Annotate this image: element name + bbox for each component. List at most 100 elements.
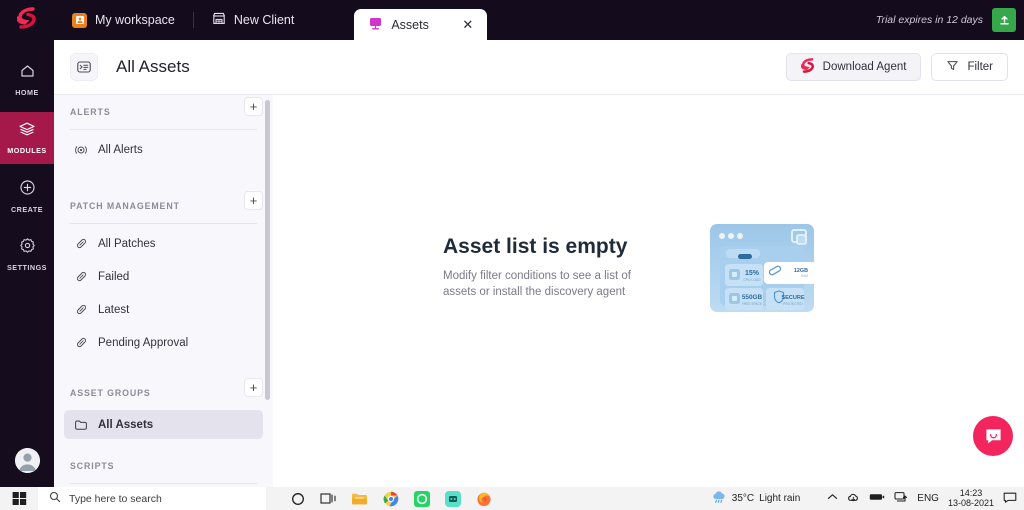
chat-bubble-icon[interactable] — [973, 416, 1013, 456]
language-indicator[interactable]: ENG — [917, 493, 939, 504]
nav-section-alerts: ALERTS + — [64, 95, 263, 129]
asset-list-icon — [70, 53, 98, 81]
folder-icon — [74, 419, 88, 431]
file-explorer-icon[interactable] — [350, 489, 369, 508]
clock-date: 13-08-2021 — [947, 497, 994, 508]
patch-icon — [74, 237, 88, 250]
trial-status: Trial expires in 12 days — [876, 0, 1024, 40]
tab-label: Assets — [391, 17, 429, 32]
funnel-icon — [946, 59, 959, 75]
nav-section-title: ASSET GROUPS — [70, 388, 151, 398]
empty-state-subtitle: Modify filter conditions to see a list o… — [443, 270, 631, 298]
home-icon — [19, 63, 36, 84]
rain-cloud-icon — [711, 490, 727, 507]
tab-label: My workspace — [95, 13, 175, 27]
empty-state: Asset list is empty Modify filter condit… — [443, 224, 818, 323]
chevron-up-icon[interactable] — [827, 493, 838, 504]
plus-icon[interactable]: + — [244, 191, 263, 210]
network-icon[interactable] — [894, 491, 908, 506]
rail-item-modules[interactable]: MODULES — [0, 112, 54, 164]
system-tray: 35°C Light rain ENG 14:23 13-08-2021 — [711, 488, 1024, 508]
filter-button[interactable]: Filter — [931, 53, 1008, 81]
nav-item-label: Pending Approval — [98, 336, 189, 349]
assets-monitor-icon — [368, 16, 383, 34]
rail-item-home[interactable]: HOME — [0, 54, 54, 106]
divider — [70, 129, 257, 130]
nav-item-label: Failed — [98, 270, 130, 283]
weather-widget[interactable]: 35°C Light rain — [711, 490, 800, 507]
action-center-icon[interactable] — [1003, 491, 1017, 506]
nav-item-latest[interactable]: Latest — [64, 296, 263, 323]
main-content: Asset list is empty Modify filter condit… — [273, 95, 1024, 487]
battery-icon[interactable] — [869, 492, 885, 505]
onedrive-icon[interactable] — [847, 491, 860, 506]
empty-state-title: Asset list is empty — [443, 235, 628, 258]
page-title: All Assets — [116, 57, 190, 76]
weather-temp: 35°C — [731, 493, 755, 504]
illustration-cpu-value: 15% — [745, 270, 760, 277]
filter-label: Filter — [967, 61, 993, 73]
rail-label: SETTINGS — [7, 262, 47, 272]
taskbar-pinned-apps — [288, 489, 493, 508]
tab-new-client[interactable]: New Client — [194, 0, 312, 40]
rail-label: CREATE — [10, 204, 44, 214]
top-bar: My workspace New Client Assets ✕ Trial e… — [0, 0, 1024, 40]
illustration-cpu-label: CPU LOAD — [743, 278, 761, 282]
nav-panel: ALERTS + All Alerts PATCH MANAGEMENT + A… — [54, 95, 273, 487]
windows-start-icon[interactable] — [0, 491, 38, 506]
nav-item-all-patches[interactable]: All Patches — [64, 230, 263, 257]
app-teal-icon[interactable] — [443, 489, 462, 508]
rail-label: HOME — [15, 88, 39, 97]
nav-section-scripts: SCRIPTS — [64, 449, 263, 483]
superops-s-logo-icon — [800, 58, 815, 76]
rail-label: MODULES — [7, 146, 47, 155]
patch-icon — [74, 270, 88, 283]
nav-item-failed[interactable]: Failed — [64, 263, 263, 290]
tab-assets[interactable]: Assets ✕ — [354, 9, 488, 40]
search-icon — [49, 491, 61, 506]
nav-item-all-assets[interactable]: All Assets — [64, 410, 263, 439]
firefox-icon[interactable] — [474, 489, 493, 508]
rail-item-create[interactable]: CREATE — [0, 170, 54, 222]
header-actions: Download Agent Filter — [785, 53, 1008, 81]
nav-item-label: All Patches — [98, 237, 156, 250]
nav-item-label: All Alerts — [98, 143, 143, 156]
plus-icon[interactable]: + — [244, 97, 263, 116]
close-icon[interactable]: ✕ — [442, 17, 473, 33]
task-view-icon[interactable] — [319, 489, 338, 508]
illustration-secure-value: SECURE — [781, 295, 805, 301]
download-agent-label: Download Agent — [822, 61, 907, 73]
tab-my-workspace[interactable]: My workspace — [54, 0, 193, 40]
upload-icon[interactable] — [992, 8, 1016, 32]
superops-s-logo-icon[interactable] — [0, 0, 54, 40]
nav-item-all-alerts[interactable]: All Alerts — [64, 136, 263, 163]
cortana-circle-icon[interactable] — [288, 489, 307, 508]
plus-circle-icon — [19, 179, 36, 201]
nav-section-title: PATCH MANAGEMENT — [70, 201, 180, 211]
workspace-icon — [72, 12, 87, 28]
nav-inner: ALERTS + All Alerts PATCH MANAGEMENT + A… — [54, 95, 273, 487]
patch-icon — [74, 303, 88, 316]
illustration-disk-value: 550GB — [742, 294, 763, 301]
nav-scrollbar[interactable] — [265, 100, 270, 400]
app-root: My workspace New Client Assets ✕ Trial e… — [0, 0, 1024, 510]
empty-state-text: Asset list is empty Modify filter condit… — [443, 235, 653, 300]
search-input[interactable]: Type here to search — [38, 487, 266, 510]
whatsapp-icon[interactable] — [412, 489, 431, 508]
illustration-disk-label: FREE SPACE — [742, 302, 762, 306]
nav-section-title: SCRIPTS — [70, 461, 115, 471]
nav-item-label: All Assets — [98, 418, 154, 431]
illustration-ram-label: RAM — [801, 274, 808, 278]
download-agent-button[interactable]: Download Agent — [785, 53, 922, 81]
clock[interactable]: 14:23 13-08-2021 — [947, 488, 994, 508]
divider — [70, 223, 257, 224]
weather-desc: Light rain — [759, 493, 801, 504]
rail-item-settings[interactable]: SETTINGS — [0, 228, 54, 280]
chrome-icon[interactable] — [381, 489, 400, 508]
illustration-secure-label: PROTECTED — [783, 302, 803, 306]
nav-item-pending-approval[interactable]: Pending Approval — [64, 329, 263, 356]
nav-section-patch-management: PATCH MANAGEMENT + — [64, 189, 263, 223]
nav-item-label: Latest — [98, 303, 130, 316]
plus-icon[interactable]: + — [244, 378, 263, 397]
user-avatar-icon[interactable] — [15, 448, 40, 473]
